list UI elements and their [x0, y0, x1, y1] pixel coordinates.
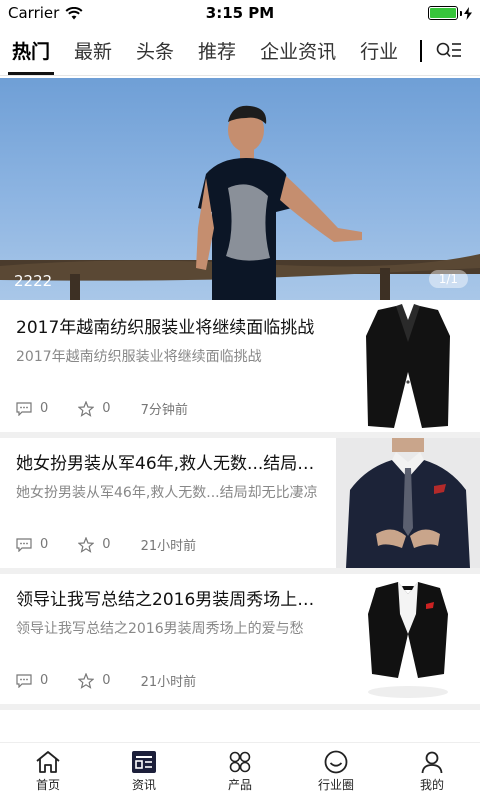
like-count-value: 0 [102, 673, 111, 688]
banner-caption: 2222 [14, 272, 53, 290]
like-count[interactable]: 0 [78, 400, 111, 417]
star-icon [78, 672, 95, 689]
tuxedo-image [336, 574, 480, 704]
tab-hot[interactable]: 热门 [0, 26, 62, 75]
comment-count-value: 0 [40, 673, 49, 688]
news-text: 领导让我写总结之2016男装周秀场上的爱与愁 领导让我写总结之2016男装周秀场… [0, 574, 336, 704]
news-summary: 领导让我写总结之2016男装周秀场上的爱与愁 [16, 621, 304, 637]
carrier: Carrier [8, 4, 83, 22]
news-time: 21小时前 [140, 539, 197, 554]
news-text: 2017年越南纺织服装业将继续面临挑战 2017年越南纺织服装业将继续面临挑战 … [0, 302, 336, 432]
tab-strip: 热门 最新 头条 推荐 企业资讯 行业 [0, 26, 420, 75]
search-list-icon [436, 42, 461, 57]
nav-industry-circle-label: 行业圈 [317, 778, 354, 792]
battery-icon [428, 6, 458, 20]
news-title: 她女扮男装从军46年,救人无数...结局却无比凄凉 [16, 454, 322, 474]
banner-carousel[interactable]: 2222 1/1 [0, 78, 480, 300]
comment-icon [16, 401, 32, 416]
news-meta: 0 0 21小时前 [16, 671, 322, 690]
news-meta: 0 0 7分钟前 [16, 399, 322, 418]
nav-news-label: 资讯 [131, 778, 156, 792]
news-meta: 0 0 21小时前 [16, 535, 322, 554]
news-item[interactable]: 2017年越南纺织服装业将继续面临挑战 2017年越南纺织服装业将继续面临挑战 … [0, 302, 480, 438]
news-summary: 2017年越南纺织服装业将继续面临挑战 [16, 349, 262, 365]
grid-icon [229, 751, 251, 773]
nav-products-label: 产品 [227, 778, 252, 792]
news-text: 她女扮男装从军46年,救人无数...结局却无比凄凉 她女扮男装从军46年,救人无… [0, 438, 336, 568]
comment-icon [16, 673, 32, 688]
news-item[interactable]: 她女扮男装从军46年,救人无数...结局却无比凄凉 她女扮男装从军46年,救人无… [0, 438, 480, 574]
nav-profile-label: 我的 [419, 778, 444, 792]
comment-count[interactable]: 0 [16, 401, 48, 416]
nav-industry-circle[interactable]: 行业圈 [288, 743, 384, 800]
comment-icon [16, 537, 32, 552]
nav-home[interactable]: 首页 [0, 743, 96, 800]
star-icon [78, 536, 95, 553]
nav-profile[interactable]: 我的 [384, 743, 480, 800]
man-in-suit-image [336, 438, 480, 568]
nav-home-label: 首页 [35, 778, 60, 792]
comment-count-value: 0 [40, 537, 49, 552]
like-count-value: 0 [102, 401, 111, 416]
nav-news[interactable]: 资讯 [96, 743, 192, 800]
nav-products[interactable]: 产品 [192, 743, 288, 800]
news-thumbnail [336, 302, 480, 432]
battery-indicator [428, 6, 472, 20]
wifi-icon [65, 6, 83, 19]
comment-count[interactable]: 0 [16, 537, 48, 552]
charging-icon [464, 6, 472, 20]
user-icon [421, 751, 443, 774]
banner-page-indicator: 1/1 [428, 270, 468, 288]
tab-industry[interactable]: 行业 [348, 26, 410, 75]
tab-headlines[interactable]: 头条 [124, 26, 186, 75]
blazer-image [336, 302, 480, 432]
tab-latest[interactable]: 最新 [62, 26, 124, 75]
news-title: 领导让我写总结之2016男装周秀场上的爱与愁 [16, 590, 322, 610]
news-title: 2017年越南纺织服装业将继续面临挑战 [16, 318, 315, 338]
tab-recommended[interactable]: 推荐 [186, 26, 248, 75]
like-count[interactable]: 0 [78, 672, 111, 689]
news-list: 2017年越南纺织服装业将继续面临挑战 2017年越南纺织服装业将继续面临挑战 … [0, 302, 480, 710]
news-icon [132, 751, 156, 773]
tab-company-news[interactable]: 企业资讯 [248, 26, 348, 75]
category-tabs: 热门 最新 头条 推荐 企业资讯 行业 [0, 26, 480, 76]
home-icon [36, 751, 60, 773]
news-item[interactable]: 领导让我写总结之2016男装周秀场上的爱与愁 领导让我写总结之2016男装周秀场… [0, 574, 480, 710]
news-thumbnail [336, 574, 480, 704]
banner-image [0, 105, 480, 300]
star-icon [78, 400, 95, 417]
news-summary: 她女扮男装从军46年,救人无数...结局却无比凄凉 [16, 485, 318, 501]
comment-count-value: 0 [40, 401, 49, 416]
category-menu-button[interactable] [422, 26, 476, 76]
news-time: 21小时前 [140, 675, 197, 690]
carrier-label: Carrier [8, 4, 60, 22]
bottom-nav: 首页 资讯 产品 行业圈 我的 [0, 742, 480, 800]
like-count-value: 0 [102, 537, 111, 552]
status-bar: Carrier 3:15 PM [0, 0, 480, 26]
news-time: 7分钟前 [140, 403, 188, 418]
smile-icon [324, 750, 348, 774]
comment-count[interactable]: 0 [16, 673, 48, 688]
news-thumbnail [336, 438, 480, 568]
like-count[interactable]: 0 [78, 536, 111, 553]
